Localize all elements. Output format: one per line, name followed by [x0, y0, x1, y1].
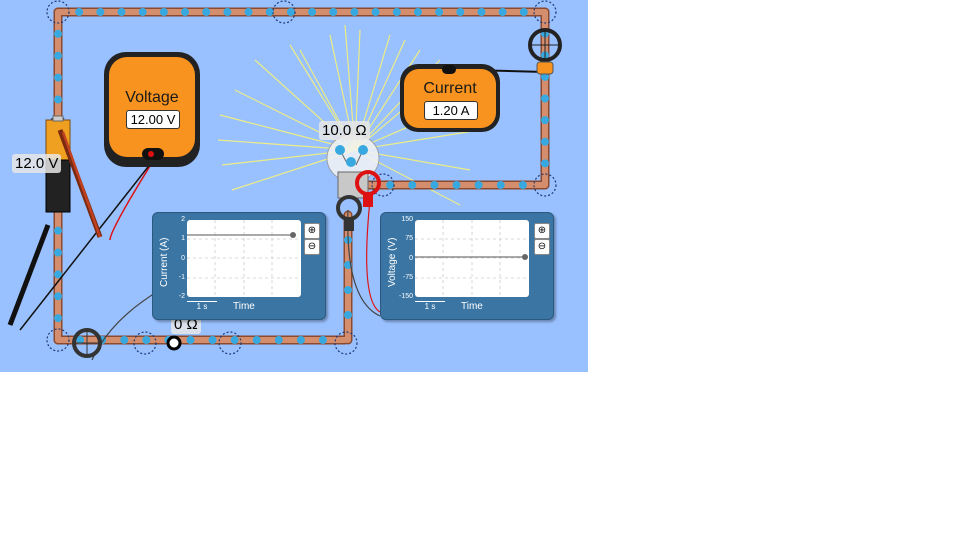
- current-chart-tick: -2: [178, 293, 185, 300]
- electron: [498, 8, 507, 16]
- electron: [541, 159, 549, 168]
- current-chart-zoom-in-icon[interactable]: ⊕: [304, 223, 320, 239]
- electron: [54, 51, 62, 60]
- electron: [54, 314, 62, 323]
- electron: [274, 336, 283, 344]
- electron: [496, 181, 505, 189]
- electron: [344, 311, 352, 319]
- electron: [138, 8, 147, 16]
- electron: [413, 8, 422, 16]
- electron: [202, 8, 211, 16]
- current-chart-tick: -1: [178, 274, 185, 281]
- voltage-chart-scale: 1 s: [415, 298, 445, 311]
- electron: [54, 73, 62, 82]
- voltage-chart[interactable]: Voltage (V) 150 75 0 -75 -150 ⊕ ⊖ 1 s Ti…: [380, 212, 554, 320]
- electron: [541, 116, 549, 125]
- voltmeter-title: Voltage: [125, 89, 179, 106]
- electron: [344, 286, 352, 294]
- voltage-chart-zoom-in-icon[interactable]: ⊕: [534, 223, 550, 239]
- current-chart-probe[interactable]: [72, 289, 161, 361]
- electron: [265, 8, 274, 16]
- ammeter-reading: 1.20 A: [424, 101, 478, 120]
- electron: [430, 181, 439, 189]
- electron: [296, 336, 305, 344]
- voltage-trace-point: [522, 254, 528, 260]
- electron: [54, 248, 62, 257]
- electron: [223, 8, 232, 16]
- ammeter[interactable]: Current 1.20 A: [400, 64, 500, 132]
- electron: [329, 8, 338, 16]
- voltage-chart-xlabel: Time: [461, 301, 483, 312]
- voltage-chart-tick: 0: [409, 255, 413, 262]
- electron: [477, 8, 486, 16]
- electron: [244, 8, 253, 16]
- electron: [54, 226, 62, 235]
- current-chart-scale-label: 1 s: [196, 302, 208, 311]
- electron: [435, 8, 444, 16]
- voltage-chart-tick: -150: [398, 293, 413, 300]
- electron: [96, 8, 105, 16]
- electron: [252, 336, 261, 344]
- electron: [541, 137, 549, 146]
- current-chart-tick: 2: [181, 216, 185, 223]
- electron: [117, 8, 126, 16]
- current-chart-plot: [187, 220, 301, 297]
- electron: [159, 8, 168, 16]
- electron: [456, 8, 465, 16]
- electron: [120, 336, 129, 344]
- ammeter-port: [442, 65, 456, 74]
- electron: [408, 181, 417, 189]
- electron: [318, 336, 327, 344]
- current-chart[interactable]: Current (A) 2 1 0 -1 -2 ⊕ ⊖ 1 s Time: [152, 212, 326, 320]
- electron: [371, 8, 380, 16]
- electron: [230, 336, 239, 344]
- electron: [54, 292, 62, 301]
- electron: [54, 29, 62, 38]
- voltage-chart-scale-label: 1 s: [424, 302, 436, 311]
- voltage-chart-zoom-out-icon[interactable]: ⊖: [534, 239, 550, 255]
- electron: [518, 181, 527, 189]
- current-chart-zoom-out-icon[interactable]: ⊖: [304, 239, 320, 255]
- electron: [142, 336, 151, 344]
- electron: [474, 181, 483, 189]
- electron: [181, 8, 190, 16]
- current-chart-scale: 1 s: [187, 298, 217, 311]
- electron: [75, 8, 84, 16]
- voltage-chart-plot: [415, 220, 529, 297]
- voltmeter[interactable]: Voltage 12.00 V: [104, 52, 200, 167]
- voltage-chart-tick: 150: [401, 216, 413, 223]
- current-chart-tick: 1: [181, 235, 185, 242]
- electron: [350, 8, 359, 16]
- electron: [392, 8, 401, 16]
- voltmeter-reading: 12.00 V: [126, 110, 180, 129]
- electron: [386, 181, 395, 189]
- electron: [286, 8, 295, 16]
- voltage-chart-tick: 75: [405, 235, 413, 242]
- voltage-chart-tick: -75: [402, 274, 413, 281]
- battery-voltage-label: 12.0 V: [12, 154, 62, 173]
- current-chart-tick: 0: [181, 255, 185, 262]
- electron: [519, 8, 528, 16]
- current-chart-xlabel: Time: [233, 301, 255, 312]
- current-trace-point: [290, 232, 296, 238]
- electron: [54, 95, 62, 104]
- bulb-resistance-label: 10.0 Ω: [319, 121, 370, 140]
- switch[interactable]: [166, 335, 182, 351]
- electron: [186, 336, 195, 344]
- circuit-canvas[interactable]: Voltage 12.00 V Current 1.20 A 12.0 V 10…: [0, 0, 588, 372]
- electron: [541, 94, 549, 103]
- ammeter-title: Current: [423, 80, 477, 97]
- electron: [308, 8, 317, 16]
- electron: [452, 181, 461, 189]
- electron: [208, 336, 217, 344]
